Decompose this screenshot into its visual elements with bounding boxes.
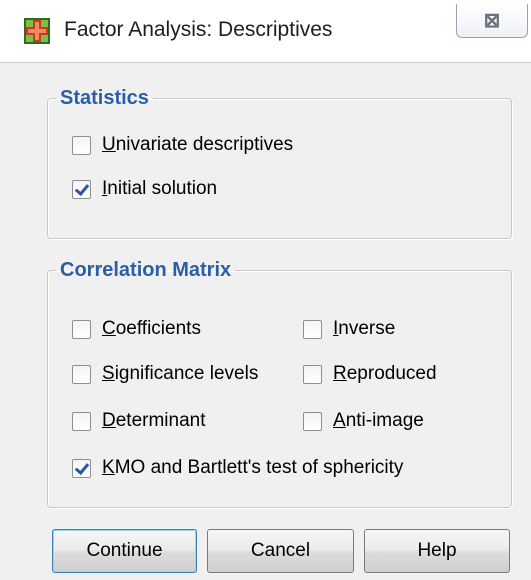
checkbox-box[interactable]	[72, 411, 91, 431]
checkbox-box[interactable]	[72, 179, 91, 199]
checkbox-label: Determinant	[102, 410, 206, 431]
cancel-button[interactable]: Cancel	[207, 529, 354, 573]
dialog-window: Factor Analysis: Descriptives ⊠ Statisti…	[0, 0, 531, 580]
determinant-checkbox[interactable]: Determinant	[72, 410, 206, 432]
checkbox-label: Univariate descriptives	[102, 134, 294, 155]
correlation-matrix-legend: Correlation Matrix	[60, 259, 232, 281]
checkbox-label: Inverse	[333, 318, 396, 339]
dialog-body: Statistics Univariate descriptives Initi…	[0, 62, 531, 580]
checkbox-label: Initial solution	[102, 178, 218, 199]
statistics-group: Statistics Univariate descriptives Initi…	[47, 87, 512, 239]
window-title: Factor Analysis: Descriptives	[64, 18, 333, 41]
checkbox-label: Reproduced	[333, 363, 437, 384]
checkbox-label: Coefficients	[102, 318, 201, 339]
title-bar: Factor Analysis: Descriptives ⊠	[0, 0, 531, 62]
significance-levels-checkbox[interactable]: Significance levels	[72, 363, 258, 385]
correlation-matrix-group: Correlation Matrix Coefficients Inverse …	[47, 259, 512, 508]
kmo-bartlett-checkbox[interactable]: KMO and Bartlett's test of sphericity	[72, 457, 403, 479]
checkbox-box[interactable]	[303, 364, 322, 384]
checkbox-label: Anti-image	[333, 410, 424, 431]
inverse-checkbox[interactable]: Inverse	[303, 318, 395, 340]
coefficients-checkbox[interactable]: Coefficients	[72, 318, 201, 340]
initial-solution-checkbox[interactable]: Initial solution	[72, 178, 217, 200]
checkbox-box[interactable]	[72, 364, 91, 384]
plus-table-icon	[24, 18, 50, 44]
checkbox-label: KMO and Bartlett's test of sphericity	[102, 457, 404, 478]
checkbox-box[interactable]	[72, 135, 91, 155]
univariate-descriptives-checkbox[interactable]: Univariate descriptives	[72, 134, 293, 156]
close-icon: ⊠	[483, 10, 501, 32]
checkbox-box[interactable]	[72, 319, 91, 339]
help-button[interactable]: Help	[364, 529, 510, 573]
statistics-legend: Statistics	[60, 87, 149, 109]
checkbox-box[interactable]	[72, 458, 91, 478]
checkbox-label: Significance levels	[102, 363, 259, 384]
checkbox-box[interactable]	[303, 319, 322, 339]
continue-button[interactable]: Continue	[52, 529, 197, 573]
anti-image-checkbox[interactable]: Anti-image	[303, 410, 424, 432]
close-button[interactable]: ⊠	[456, 4, 528, 38]
checkbox-box[interactable]	[303, 411, 322, 431]
reproduced-checkbox[interactable]: Reproduced	[303, 363, 437, 385]
